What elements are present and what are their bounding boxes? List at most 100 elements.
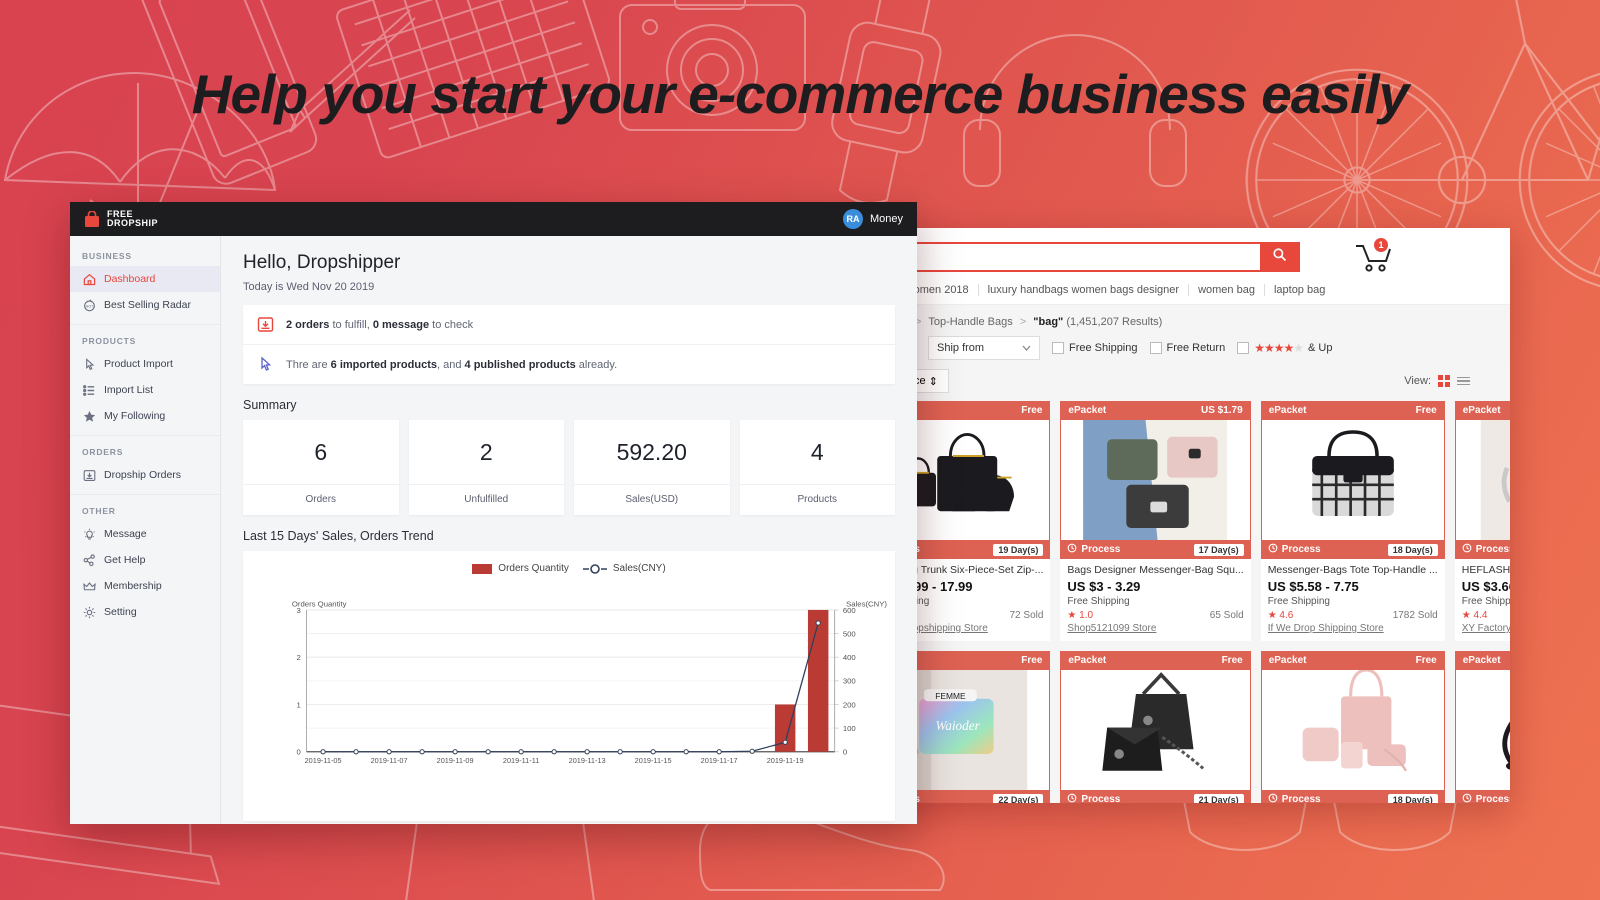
avatar: RA — [842, 209, 863, 229]
legend-sales-cny[interactable]: Sales(CNY) — [582, 563, 666, 574]
product-store[interactable]: Shop5121099 Store — [1067, 623, 1243, 634]
sidebar: BUSINESS Dashboard HOT Best Selling Radar PR… — [70, 236, 221, 824]
process-text: Process — [1475, 544, 1510, 555]
sidebar-item-setting[interactable]: Setting — [70, 599, 220, 625]
user-name: Money — [869, 213, 903, 225]
hot-word[interactable]: laptop bag — [1265, 284, 1334, 296]
app-logo[interactable]: FREE DROPSHIP — [84, 209, 158, 229]
svg-text:2019-11-11: 2019-11-11 — [503, 756, 539, 765]
free-shipping-checkbox[interactable]: Free Shipping — [1052, 342, 1138, 354]
product-grid: PacketFreeProcess19 Day(s)Travel-Bag Tru… — [860, 401, 1510, 803]
sidebar-item-best-selling-radar[interactable]: HOT Best Selling Radar — [70, 292, 220, 318]
notice-orders: 2 orders to fulfill, 0 message to check — [243, 305, 895, 344]
summary-label: Products — [739, 484, 895, 515]
notice-products: Thre are 6 imported products, and 4 publ… — [243, 344, 895, 384]
svg-text:600: 600 — [843, 606, 856, 615]
hot-word[interactable]: luxury handbags women bags designer — [979, 284, 1190, 296]
hot-search-words: ags for women 2018 luxury handbags women… — [820, 282, 1510, 305]
svg-text:2019-11-07: 2019-11-07 — [371, 756, 408, 765]
svg-text:0: 0 — [843, 748, 847, 757]
message-count: 0 message — [372, 318, 430, 331]
sidebar-item-get-help[interactable]: Get Help — [70, 547, 220, 573]
gear-icon — [82, 605, 96, 619]
shipping-price: Free — [1021, 655, 1043, 666]
search-bar[interactable] — [860, 242, 1300, 272]
product-image[interactable] — [1060, 420, 1251, 540]
inbox-download-icon — [82, 468, 96, 482]
notice-orders-text: 2 orders to fulfill, 0 message to check — [286, 318, 474, 331]
hot-word[interactable]: women bag — [1189, 284, 1265, 296]
sidebar-item-label: Best Selling Radar — [104, 299, 191, 311]
product-card[interactable]: ePacket Process20 Day(s) — [1454, 651, 1510, 803]
chevron-down-icon — [1022, 342, 1031, 354]
sidebar-item-message[interactable]: Message — [70, 521, 220, 547]
product-rating: ★ 4.6 — [1267, 610, 1294, 621]
product-card[interactable]: ePacket US $1.79 Process 17 Day(s) Bags Desi… — [1060, 401, 1251, 641]
storefront-window: 1 ags for women 2018 luxury handbags wom… — [820, 228, 1510, 803]
sidebar-group: PRODUCTS Product Import Import List My Foll… — [70, 331, 220, 436]
summary-title: Summary — [243, 398, 297, 412]
summary-value: 6 — [314, 439, 328, 465]
shipping-price: US $1.79 — [1200, 405, 1243, 416]
product-meta: ★ 1.0 65 Sold — [1067, 610, 1243, 621]
process-label: Process — [1268, 793, 1321, 803]
product-image[interactable] — [1260, 670, 1445, 790]
cursor-icon — [82, 357, 96, 371]
product-card[interactable]: ePacket Free Process 18 Day(s) — [1260, 651, 1445, 803]
rating-filter-checkbox[interactable]: ★★★★★ & Up — [1237, 341, 1332, 355]
summary-value: 4 — [810, 439, 824, 465]
product-title[interactable]: Messenger-Bags Tote Top-Handle ... — [1268, 564, 1438, 576]
product-store[interactable]: XY Factory Drop Shipping Store — [1462, 623, 1510, 634]
svg-text:500: 500 — [843, 629, 856, 638]
sidebar-item-label: Membership — [104, 580, 162, 592]
product-image[interactable] — [1454, 670, 1510, 790]
product-card[interactable]: ePacket Free Process 18 Day(s) Messenger-Bag… — [1260, 401, 1445, 641]
sidebar-item-import-list[interactable]: Import List — [70, 377, 220, 403]
sidebar-item-dashboard[interactable]: Dashboard — [70, 266, 220, 292]
breadcrumb-separator: > — [1019, 316, 1027, 328]
hot-badge-icon: HOT — [82, 298, 96, 312]
process-label: Process — [1067, 793, 1120, 803]
product-card[interactable]: ePacket Free Process 21 Day(s) — [1060, 651, 1251, 803]
breadcrumb-item[interactable]: Top-Handle Bags — [928, 316, 1012, 328]
grid-view-icon[interactable] — [1438, 375, 1450, 387]
search-input[interactable] — [862, 244, 1260, 270]
process-label: Process — [1268, 543, 1321, 556]
product-title[interactable]: HEFLASHOR Female Handbag Cros... — [1462, 564, 1510, 576]
dashboard-window: FREE DROPSHIP RA Money BUSINESS Dashboard… — [70, 202, 917, 824]
product-card[interactable]: ePacketFreeFEMMEWaioderProcess20 Day(s)H… — [1454, 401, 1510, 641]
trend-chart: Orders Quantity Sales(CNY)012301002003004… — [292, 600, 887, 765]
free-return-checkbox[interactable]: Free Return — [1149, 342, 1225, 354]
product-image[interactable] — [1060, 670, 1251, 790]
sidebar-item-label: Dropship Orders — [104, 469, 182, 481]
today-date: Today is Wed Nov 20 2019 — [243, 281, 375, 293]
product-processing-banner: Process 17 Day(s) — [1060, 540, 1251, 559]
cart-button[interactable]: 1 — [1350, 238, 1394, 274]
search-button[interactable] — [1260, 244, 1298, 270]
svg-text:1: 1 — [297, 700, 301, 709]
ship-from-select[interactable]: Ship from — [928, 336, 1040, 360]
svg-text:2019-11-15: 2019-11-15 — [635, 756, 672, 765]
process-text: Process — [1281, 794, 1321, 803]
sidebar-item-membership[interactable]: Membership — [70, 573, 220, 599]
product-store[interactable]: If We Drop Shipping Store — [1268, 623, 1438, 634]
list-view-icon[interactable] — [1457, 376, 1470, 386]
sidebar-item-label: Dashboard — [104, 273, 156, 285]
user-menu[interactable]: RA Money — [842, 209, 903, 229]
svg-text:Waioder: Waioder — [936, 718, 981, 733]
summary-card-unfulfilled: 2 Unfulfilled — [408, 420, 564, 515]
process-days-badge: 18 Day(s) — [1387, 543, 1438, 556]
hero-headline: Help you start your e-commerce business … — [191, 63, 1409, 125]
sidebar-item-my-following[interactable]: My Following — [70, 403, 220, 429]
sidebar-item-dropship-orders[interactable]: Dropship Orders — [70, 462, 220, 488]
product-title[interactable]: Bags Designer Messenger-Bag Squ... — [1067, 564, 1243, 576]
star-icon — [82, 409, 96, 423]
product-image[interactable] — [1260, 420, 1445, 540]
sidebar-item-product-import[interactable]: Product Import — [70, 351, 220, 377]
product-shipping-banner: ePacket Free — [1060, 651, 1251, 670]
process-text: Process — [1281, 544, 1321, 555]
summary-label: Sales(USD) — [574, 484, 730, 515]
legend-orders-quantity[interactable]: Orders Quantity — [472, 563, 569, 574]
clock-icon — [1462, 793, 1472, 803]
product-image[interactable]: FEMMEWaioder — [1454, 420, 1510, 540]
